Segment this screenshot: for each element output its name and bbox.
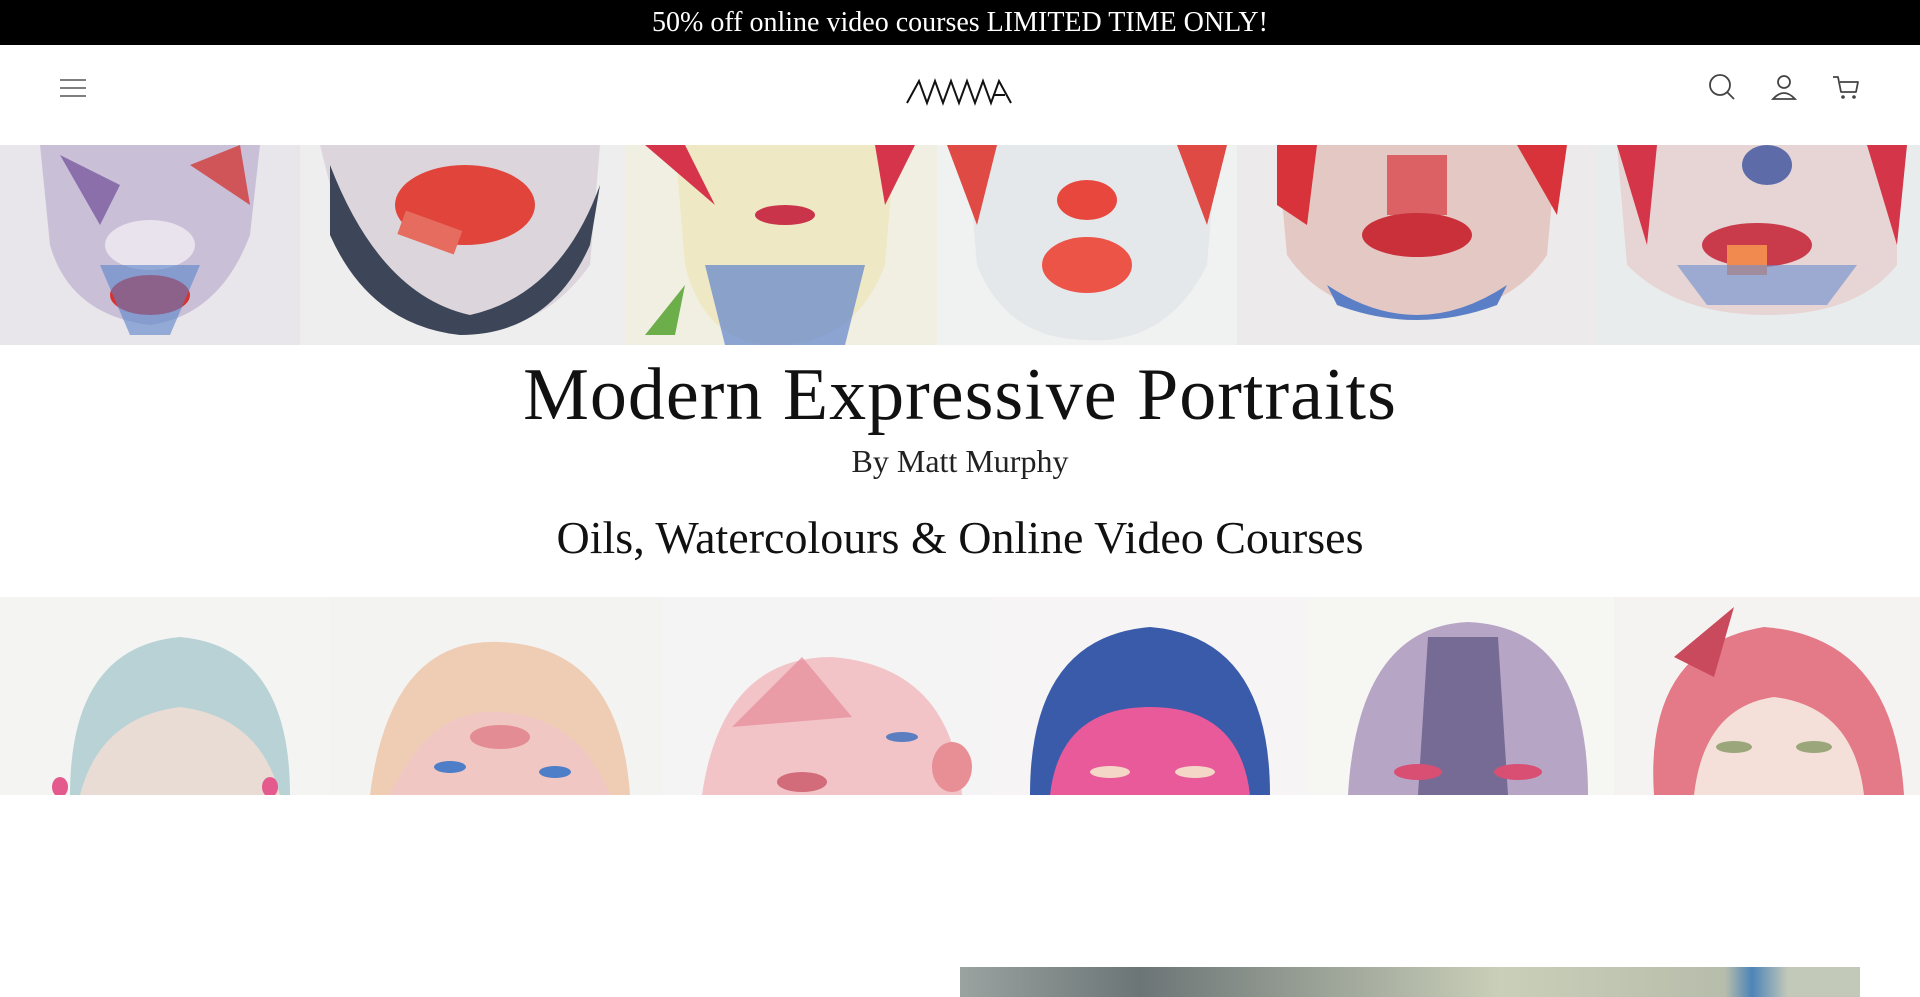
cart-icon[interactable] [1830,71,1862,103]
announcement-bar[interactable]: 50% off online video courses LIMITED TIM… [0,0,1920,45]
account-icon[interactable] [1768,71,1800,103]
portrait-image [300,145,625,345]
hero-subtitle: Oils, Watercolours & Online Video Course… [556,512,1364,563]
portrait-image [937,145,1237,345]
portrait-image [1237,145,1597,345]
portrait-image [0,597,330,795]
hero-banner[interactable]: Modern Expressive Portraits By Matt Murp… [0,145,1920,795]
portrait-image [1597,145,1920,345]
portrait-image [0,145,300,345]
oil-portrait-strip [0,145,1920,345]
site-logo[interactable] [905,73,1013,113]
hero-byline: By Matt Murphy [851,443,1069,479]
portrait-image [990,597,1308,795]
portrait-image [330,597,662,795]
hero-title: Modern Expressive Portraits [523,354,1397,436]
site-header [0,45,1920,145]
portrait-image [1308,597,1614,795]
portrait-image [625,145,937,345]
watercolour-portrait-strip [0,597,1920,795]
portrait-image [1614,597,1920,795]
announcement-text[interactable]: 50% off online video courses LIMITED TIM… [652,7,1268,39]
portrait-image [662,597,990,795]
search-icon[interactable] [1706,71,1738,103]
menu-icon[interactable] [58,73,88,103]
